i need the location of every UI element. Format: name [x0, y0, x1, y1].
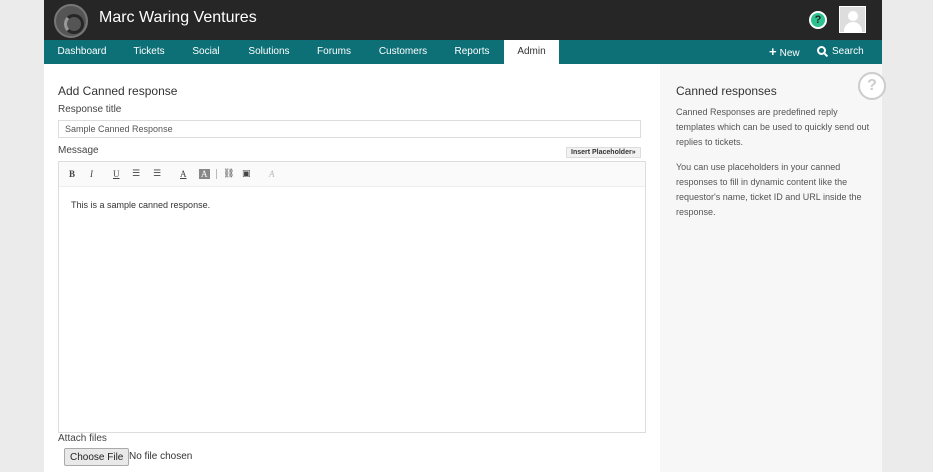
background-color-button[interactable]: A — [199, 169, 210, 179]
plus-icon: + — [769, 44, 777, 59]
tab-forums[interactable]: Forums — [310, 40, 358, 64]
image-icon[interactable]: ▣ — [242, 169, 251, 179]
editor-toolbar: B I U ☰ ☰ A A ⛓ ▣ A — [59, 162, 645, 187]
insert-placeholder-button[interactable]: Insert Placeholder» — [566, 147, 641, 158]
tab-dashboard[interactable]: Dashboard — [50, 40, 114, 64]
tab-admin[interactable]: Admin — [504, 40, 559, 64]
page-title: Add Canned response — [58, 84, 178, 98]
search-label: Search — [832, 46, 864, 57]
message-label: Message — [58, 145, 99, 156]
attach-files-label: Attach files — [58, 433, 107, 444]
toolbar-divider — [216, 169, 217, 179]
sidebar-paragraph-2: You can use placeholders in your canned … — [676, 162, 862, 217]
choose-file-button[interactable]: Choose File — [64, 448, 130, 466]
avatar[interactable] — [839, 6, 866, 33]
response-title-input[interactable] — [58, 120, 641, 138]
bullet-list-icon[interactable]: ☰ — [132, 169, 140, 179]
tab-customers[interactable]: Customers — [372, 40, 434, 64]
file-status-text: No file chosen — [129, 451, 193, 462]
message-editor[interactable]: B I U ☰ ☰ A A ⛓ ▣ A This is a sample can… — [58, 161, 646, 433]
response-title-label: Response title — [58, 104, 122, 115]
main-nav: Dashboard Tickets Social Solutions Forum… — [44, 40, 882, 64]
new-button[interactable]: + New — [769, 40, 800, 64]
search-icon — [817, 46, 826, 55]
top-header: Marc Waring Ventures ? — [44, 0, 882, 40]
font-color-button[interactable]: A — [180, 169, 187, 179]
bold-button[interactable]: B — [69, 169, 75, 179]
sidebar-title: Canned responses — [676, 84, 777, 98]
italic-button[interactable]: I — [90, 169, 93, 179]
help-icon[interactable]: ? — [809, 11, 827, 29]
tab-social[interactable]: Social — [184, 40, 228, 64]
underline-button[interactable]: U — [113, 169, 120, 179]
tab-solutions[interactable]: Solutions — [242, 40, 296, 64]
remove-format-button[interactable]: A — [269, 169, 275, 179]
logo-icon[interactable] — [54, 4, 88, 38]
sidebar-paragraph-1: Canned Responses are predefined reply te… — [676, 107, 870, 147]
numbered-list-icon[interactable]: ☰ — [153, 169, 161, 179]
link-icon[interactable]: ⛓ — [223, 169, 234, 179]
search-button[interactable]: Search — [817, 40, 864, 64]
editor-body-text[interactable]: This is a sample canned response. — [71, 200, 210, 210]
brand-name[interactable]: Marc Waring Ventures — [99, 9, 257, 27]
tab-reports[interactable]: Reports — [448, 40, 496, 64]
question-icon[interactable]: ? — [858, 72, 886, 100]
help-sidebar: ? Canned responses Canned Responses are … — [660, 64, 886, 472]
tab-tickets[interactable]: Tickets — [124, 40, 174, 64]
new-label: New — [779, 48, 800, 59]
main-content: Add Canned response Response title Messa… — [44, 64, 660, 472]
